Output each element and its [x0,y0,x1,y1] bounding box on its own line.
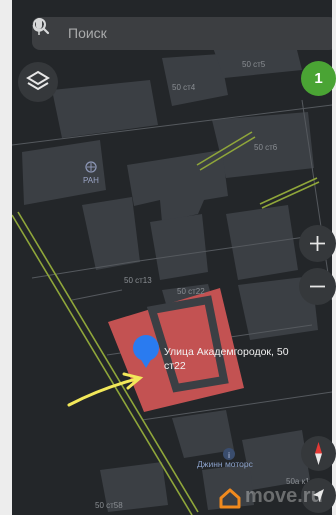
map-screen: i 50 ст5 50 ст4 50 ст6 50 ст13 50 ст22 5… [0,0,336,515]
compass-icon [315,442,322,465]
search-placeholder: Поиск [68,25,107,41]
map-view[interactable]: i 50 ст5 50 ст4 50 ст6 50 ст13 50 ст22 5… [12,0,332,515]
building [226,205,298,280]
layers-icon [26,70,50,91]
minus-icon [310,285,325,288]
house-logo-icon [219,488,241,509]
plus-icon [310,236,325,251]
zoom-out-button[interactable] [299,268,336,305]
map-canvas[interactable]: i 50 ст5 50 ст4 50 ст6 50 ст13 50 ст22 5… [12,0,332,515]
label-st6: 50 ст6 [254,143,278,152]
ran-poi-icon[interactable] [85,161,97,173]
label-st4: 50 ст4 [172,83,196,92]
label-st58: 50 ст58 [95,501,123,510]
notification-badge[interactable]: 1 [301,61,336,96]
watermark: move.ru [217,485,327,511]
label-st22: 50 ст22 [177,287,205,296]
zoom-in-button[interactable] [299,225,336,262]
watermark-text: move.ru [245,485,323,507]
search-bar[interactable]: Поиск [32,17,332,50]
layers-button[interactable] [18,62,58,102]
location-pin-icon[interactable] [133,335,159,361]
poi-djinn-label: Джинн моторс [197,459,254,469]
address-line-1: Улица Академгородок, 50 [164,346,289,358]
left-margin [0,0,12,515]
mic-icon[interactable] [32,17,46,36]
label-st13: 50 ст13 [124,276,152,285]
poi-ran-label: РАН [83,176,99,185]
compass-button[interactable] [301,436,336,471]
building [150,214,208,280]
address-line-2: ст22 [164,360,186,372]
label-st5: 50 ст5 [242,60,266,69]
